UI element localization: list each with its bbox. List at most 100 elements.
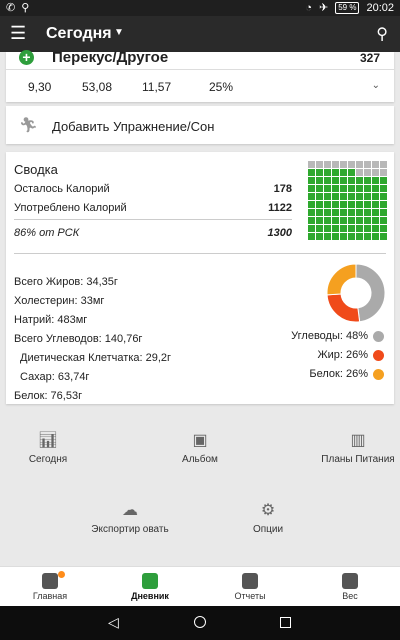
calorie-grid-cell bbox=[364, 233, 371, 240]
chevron-down-icon[interactable]: ▼ bbox=[114, 27, 124, 38]
sugar: Сахар: 63,74г bbox=[20, 371, 90, 383]
calorie-grid-cell bbox=[324, 185, 331, 192]
wifi-icon: ◔ bbox=[305, 1, 313, 14]
today-report-button[interactable]: 📊︎ Сегодня bbox=[8, 430, 88, 465]
calorie-grid-cell bbox=[380, 177, 387, 184]
calorie-grid-cell bbox=[316, 225, 323, 232]
calorie-grid-cell bbox=[356, 177, 363, 184]
calorie-grid-cell bbox=[324, 201, 331, 208]
total-carbs: Всего Углеводов: 140,76г bbox=[14, 333, 143, 345]
calorie-grid-cell bbox=[348, 217, 355, 224]
meal-plans-button[interactable]: ▥ Планы Питания bbox=[318, 430, 398, 465]
calorie-grid-cell bbox=[324, 209, 331, 216]
calorie-grid-cell bbox=[308, 185, 315, 192]
legend-dot-protein bbox=[373, 368, 384, 380]
add-exercise-button[interactable]: 🏃︎ Добавить Упражнение/Сон bbox=[6, 106, 394, 144]
macro-rdi: 25% bbox=[209, 80, 234, 94]
nav-home[interactable]: Главная bbox=[20, 571, 80, 601]
export-label: Экспортир овать bbox=[91, 524, 169, 535]
home-circle-icon[interactable] bbox=[194, 616, 206, 628]
calorie-grid-cell bbox=[316, 161, 323, 168]
legend-label-carbs: Углеводы: 48% bbox=[291, 330, 368, 342]
recents-icon[interactable] bbox=[280, 617, 291, 628]
calorie-grid-cell bbox=[324, 161, 331, 168]
calorie-grid-cell bbox=[308, 225, 315, 232]
divider bbox=[14, 253, 386, 254]
battery-indicator: 59 % bbox=[335, 1, 360, 14]
calorie-grid-cell bbox=[316, 185, 323, 192]
calorie-grid-cell bbox=[324, 169, 331, 176]
calorie-grid-cell bbox=[316, 169, 323, 176]
calorie-grid-cell bbox=[380, 217, 387, 224]
summary-card: Сводка Осталось Калорий 178 Употреблено … bbox=[6, 152, 394, 404]
chart-icon: 📊︎ bbox=[37, 432, 59, 449]
export-button[interactable]: ☁ Экспортир овать bbox=[90, 500, 170, 535]
calorie-grid-cell bbox=[340, 161, 347, 168]
legend-item-protein: Белок: 26% bbox=[309, 368, 384, 380]
cholesterol: Холестерин: 33мг bbox=[14, 295, 105, 307]
macro-protein: 11,57 bbox=[142, 80, 172, 94]
dietary-fiber: Диетическая Клетчатка: 29,2г bbox=[20, 352, 172, 364]
remaining-calories-label: Осталось Калорий bbox=[14, 183, 110, 195]
actions-panel: 📊︎ Сегодня ▣ Альбом ▥ Планы Питания ☁ Эк… bbox=[0, 414, 400, 566]
calorie-grid-cell bbox=[340, 233, 347, 240]
calorie-grid-cell bbox=[340, 225, 347, 232]
calorie-grid-cell bbox=[372, 233, 379, 240]
calorie-grid-cell bbox=[332, 209, 339, 216]
calorie-grid-cell bbox=[308, 169, 315, 176]
calorie-grid-cell bbox=[340, 169, 347, 176]
donut-slice-1 bbox=[326, 293, 361, 323]
consumed-calories-label: Употреблено Калорий bbox=[14, 202, 127, 214]
calorie-grid-cell bbox=[356, 169, 363, 176]
status-bar: ✆ ⚲ ◔ ✈ 59 % 20:02 bbox=[0, 0, 400, 16]
calorie-grid-cell bbox=[372, 185, 379, 192]
calorie-grid-cell bbox=[372, 161, 379, 168]
calorie-grid-cell bbox=[356, 217, 363, 224]
calorie-grid-cell bbox=[340, 177, 347, 184]
meal-card[interactable]: + Перекус/Другое 327 9,30 53,08 11,57 25… bbox=[6, 49, 394, 102]
calorie-grid-cell bbox=[380, 201, 387, 208]
summary-title: Сводка bbox=[14, 162, 58, 177]
calorie-grid-cell bbox=[308, 161, 315, 168]
calorie-grid-cell bbox=[348, 161, 355, 168]
calorie-grid-cell bbox=[324, 217, 331, 224]
calorie-grid-cell bbox=[332, 161, 339, 168]
calorie-grid-cell bbox=[348, 225, 355, 232]
calorie-grid-cell bbox=[380, 225, 387, 232]
album-button[interactable]: ▣ Альбом bbox=[160, 430, 240, 465]
nav-diary[interactable]: Дневник bbox=[120, 573, 180, 601]
calorie-grid-cell bbox=[380, 161, 387, 168]
hamburger-menu-icon[interactable]: ☰ bbox=[10, 24, 26, 42]
calorie-grid-cell bbox=[364, 169, 371, 176]
back-icon[interactable]: ◁ bbox=[108, 614, 119, 631]
calorie-grid-cell bbox=[308, 217, 315, 224]
consumed-calories-value: 1122 bbox=[268, 202, 292, 214]
image-icon: ▣ bbox=[192, 432, 208, 449]
chevron-down-icon[interactable]: ⌄ bbox=[372, 80, 380, 91]
options-button[interactable]: ⚙ Опции bbox=[228, 500, 308, 535]
calorie-grid-cell bbox=[372, 177, 379, 184]
calorie-grid-cell bbox=[324, 225, 331, 232]
nav-reports-label: Отчеты bbox=[234, 591, 266, 601]
fork-knife-icon bbox=[142, 573, 158, 589]
scale-icon bbox=[342, 573, 358, 589]
calorie-grid-cell bbox=[316, 201, 323, 208]
rdi-row: 86% от РСК 1300 bbox=[14, 227, 292, 239]
calorie-grid-cell bbox=[380, 233, 387, 240]
page-title[interactable]: Сегодня bbox=[46, 25, 112, 43]
calorie-grid-cell bbox=[324, 233, 331, 240]
calorie-grid-cell bbox=[340, 201, 347, 208]
donut-slice-2 bbox=[326, 263, 357, 296]
album-label: Альбом bbox=[182, 454, 218, 465]
calorie-grid-cell bbox=[316, 217, 323, 224]
legend-label-protein: Белок: 26% bbox=[309, 368, 368, 380]
nav-weight[interactable]: Вес bbox=[320, 573, 380, 601]
calorie-grid-cell bbox=[372, 169, 379, 176]
search-icon[interactable]: ⚲ bbox=[376, 24, 388, 44]
calorie-grid bbox=[308, 161, 388, 241]
add-food-icon[interactable]: + bbox=[19, 50, 34, 65]
add-exercise-label: Добавить Упражнение/Сон bbox=[52, 119, 215, 134]
meal-plans-label: Планы Питания bbox=[321, 454, 395, 465]
nav-reports[interactable]: Отчеты bbox=[220, 573, 280, 601]
notification-badge bbox=[58, 571, 65, 578]
